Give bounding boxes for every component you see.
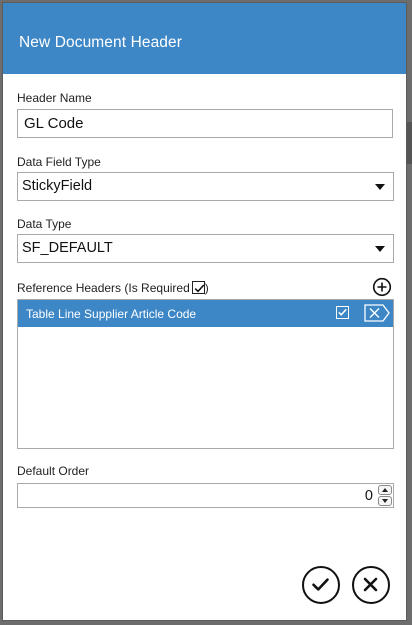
reference-headers-label-text: Reference Headers (Is Required [17, 281, 190, 295]
data-field-type-value: StickyField [22, 178, 93, 194]
plus-circle-icon [372, 277, 392, 297]
dialog-title: New Document Header [19, 34, 182, 51]
increment-button[interactable] [378, 485, 392, 495]
cancel-button[interactable] [352, 566, 390, 604]
remove-reference-header-button[interactable] [364, 304, 390, 322]
dialog-titlebar: New Document Header [3, 3, 406, 74]
reference-headers-list[interactable]: Table Line Supplier Article Code [17, 299, 394, 449]
confirm-button[interactable] [302, 566, 340, 604]
data-field-type-label: Data Field Type [17, 155, 101, 169]
list-item[interactable]: Table Line Supplier Article Code [18, 300, 393, 327]
header-name-input[interactable]: GL Code [17, 109, 393, 138]
data-type-select[interactable]: SF_DEFAULT [17, 234, 394, 263]
checkmark-icon [338, 308, 347, 316]
triangle-up-icon [382, 488, 388, 492]
default-order-label: Default Order [17, 464, 90, 478]
delete-tag-icon [364, 304, 390, 322]
data-type-label: Data Type [17, 217, 72, 231]
new-document-header-dialog: New Document Header Header Name GL Code … [3, 3, 406, 620]
is-required-checkbox[interactable] [191, 281, 205, 294]
triangle-down-icon [382, 499, 388, 503]
close-icon [363, 577, 378, 592]
default-order-input[interactable]: 0 [17, 483, 394, 508]
chevron-down-icon [375, 184, 385, 190]
chevron-down-icon [375, 246, 385, 252]
checkmark-icon [312, 578, 329, 591]
header-name-label: Header Name [17, 91, 92, 105]
add-reference-header-button[interactable] [372, 277, 392, 297]
data-type-value: SF_DEFAULT [22, 240, 113, 256]
default-order-value: 0 [364, 488, 373, 504]
background-window-edge [406, 122, 412, 164]
decrement-button[interactable] [378, 496, 392, 506]
data-field-type-select[interactable]: StickyField [17, 172, 394, 201]
reference-headers-label: Reference Headers (Is Required) [17, 281, 209, 295]
checkmark-icon [194, 284, 205, 293]
required-checkbox[interactable] [336, 306, 349, 319]
reference-header-label: Table Line Supplier Article Code [26, 307, 197, 321]
